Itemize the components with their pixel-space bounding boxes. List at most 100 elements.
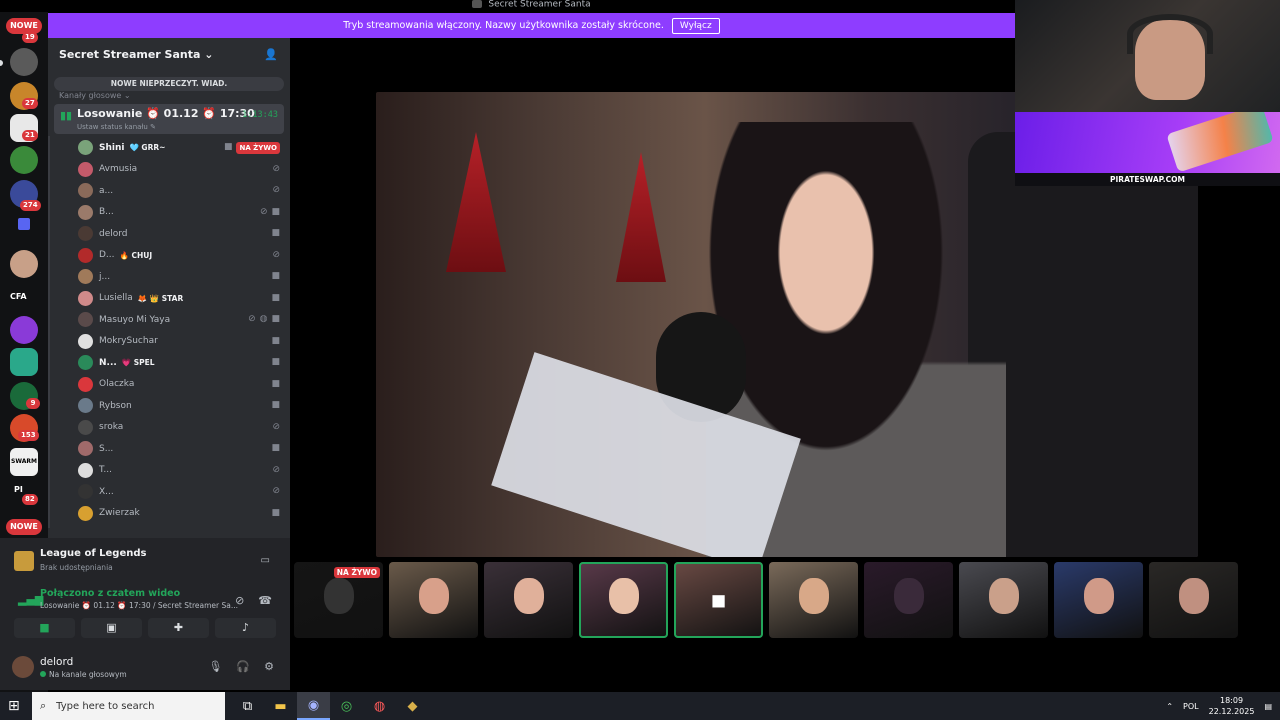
thumbnail-participant-9[interactable] (1054, 562, 1143, 638)
screen-share-button[interactable]: ▣ (81, 618, 142, 638)
headphones-icon[interactable]: 🎧 (236, 660, 250, 673)
thumbnail-participant-8[interactable] (959, 562, 1048, 638)
voice-member[interactable]: N... 💗 SPEL ■ (72, 352, 284, 374)
voice-member[interactable]: Masuyo Mi Yaya ⊘ ◍ ■ (72, 309, 284, 331)
voice-member[interactable]: S... ■ (72, 438, 284, 460)
avatar[interactable] (78, 355, 93, 371)
participant-face (1083, 578, 1114, 615)
server-label-pi[interactable]: PI (14, 485, 23, 494)
taskbar-search[interactable]: ⌕ Type here to search (32, 692, 225, 720)
set-channel-status[interactable]: Ustaw status kanału ✎ (77, 123, 156, 131)
thumbnail-participant-2[interactable] (389, 562, 478, 638)
voice-member[interactable]: Rybson ■ (72, 395, 284, 417)
voice-member[interactable]: X... ⊘ (72, 481, 284, 503)
task-view-icon[interactable]: ⧉ (231, 692, 264, 720)
thumbnail-participant-7[interactable] (864, 562, 953, 638)
voice-member[interactable]: Shini 🩵 GRR~ ■ NA ŻYWO (72, 137, 284, 159)
server-icon-swarm[interactable]: SWARM (10, 448, 38, 476)
chrome-icon[interactable]: ◎ (330, 692, 363, 720)
voice-member[interactable]: Olaczka ■ (72, 374, 284, 396)
microphone-icon[interactable]: 🎙 (208, 660, 222, 673)
server-icon[interactable] (10, 146, 38, 174)
add-member-icon[interactable]: 👤 (264, 48, 278, 61)
soundboard-button[interactable]: ♪ (215, 618, 276, 638)
voice-member[interactable]: Lusiella 🦊 👑 STAR ■ (72, 288, 284, 310)
avatar[interactable] (78, 462, 93, 478)
folder-icon[interactable] (18, 218, 30, 230)
rtc-title[interactable]: Połączono z czatem wideo (40, 588, 180, 599)
thumbnail-participant-4[interactable] (579, 562, 668, 638)
voice-member[interactable]: j... ■ (72, 266, 284, 288)
voice-member[interactable]: Avmusia ⊘ (72, 159, 284, 181)
voice-category-label[interactable]: Kanały głosowe ⌄ (59, 91, 131, 100)
windows-start-icon[interactable]: ⊞ (8, 698, 20, 714)
server-header[interactable]: Secret Streamer Santa ⌄ 👤 (48, 38, 290, 70)
notifications-icon[interactable]: ▤ (1264, 702, 1272, 711)
file-explorer-icon[interactable]: ▬ (264, 692, 297, 720)
activity-row[interactable]: League of Legends Brak udostępniania ▭ (14, 546, 276, 576)
call-actions: ■ ▣ ✚ ♪ (14, 618, 276, 638)
server-icon[interactable] (10, 48, 38, 76)
avatar[interactable] (78, 484, 93, 500)
language-indicator[interactable]: POL (1183, 702, 1199, 711)
disable-streamer-mode-button[interactable]: Wyłącz (671, 17, 720, 34)
obs-icon[interactable]: ◍ (363, 692, 396, 720)
server-icon[interactable] (10, 316, 38, 344)
avatar[interactable] (78, 204, 93, 220)
avatar[interactable] (78, 140, 93, 156)
voice-member[interactable]: delord ■ (72, 223, 284, 245)
participant-face (323, 578, 354, 615)
avatar[interactable] (78, 161, 93, 177)
avatar[interactable] (78, 226, 93, 242)
voice-member[interactable]: Zwierzak ■ (72, 503, 284, 525)
voice-channel-losowanie[interactable]: ▮▮ Losowanie ⏰ 01.12 ⏰ 17:30 1:13:43 Ust… (54, 104, 284, 134)
channel-sidebar: Secret Streamer Santa ⌄ 👤 NOWE NIEPRZECZ… (48, 38, 290, 538)
user-name[interactable]: delord (40, 656, 73, 668)
avatar[interactable] (78, 247, 93, 263)
headset-shape (1127, 14, 1213, 54)
thumbnail-participant-6[interactable] (769, 562, 858, 638)
participant-face (798, 578, 829, 615)
new-badge-bottom[interactable]: NOWE (6, 519, 42, 535)
avatar[interactable] (78, 419, 93, 435)
league-client-icon[interactable]: ◆ (396, 692, 429, 720)
share-screen-icon[interactable]: ▭ (261, 555, 270, 566)
voice-member[interactable]: T... ⊘ (72, 460, 284, 482)
thumbnail-live-stream[interactable]: NA ŻYWO (294, 562, 383, 638)
rtc-subtitle[interactable]: Losowanie ⏰ 01.12 ⏰ 17:30 / Secret Strea… (40, 601, 238, 610)
voice-member[interactable]: MokrySuchar ■ (72, 331, 284, 353)
chevron-up-icon[interactable]: ⌃ (1166, 702, 1173, 711)
mute-icon: ⊘ (272, 464, 280, 475)
member-name: Olaczka (99, 379, 135, 390)
server-icon[interactable] (10, 348, 38, 376)
avatar[interactable] (78, 376, 93, 392)
avatar[interactable] (78, 505, 93, 521)
voice-member[interactable]: B... ⊘ ■ (72, 202, 284, 224)
camera-button[interactable]: ■ (14, 618, 75, 638)
mute-icon: ⊘ (272, 249, 280, 260)
thumbnail-participant-10[interactable] (1149, 562, 1238, 638)
activities-button[interactable]: ✚ (148, 618, 209, 638)
disconnect-icon[interactable]: ☎ (258, 594, 272, 607)
gear-icon[interactable]: ⚙ (264, 660, 274, 673)
voice-member[interactable]: a... ⊘ (72, 180, 284, 202)
avatar[interactable] (78, 269, 93, 285)
avatar[interactable] (78, 333, 93, 349)
avatar[interactable] (12, 656, 34, 678)
avatar[interactable] (78, 441, 93, 457)
thumbnail-participant-3[interactable] (484, 562, 573, 638)
server-icon[interactable] (10, 250, 38, 278)
voice-member[interactable]: sroka ⊘ (72, 417, 284, 439)
server-label-cfa[interactable]: CFA (10, 292, 27, 301)
discord-icon[interactable]: ◉ (297, 692, 330, 720)
clock[interactable]: 18:09 22.12.2025 (1209, 695, 1255, 717)
avatar[interactable] (78, 398, 93, 414)
thumbnail-participant-5-camera-off[interactable]: ■ (674, 562, 763, 638)
voice-member[interactable]: D... 🔥 CHUJ ⊘ (72, 245, 284, 267)
new-badge-top[interactable]: NOWE (6, 18, 42, 34)
avatar[interactable] (78, 183, 93, 199)
noise-suppression-icon[interactable]: ⊘ (235, 594, 244, 607)
avatar[interactable] (78, 312, 93, 328)
new-unread-pill[interactable]: NOWE NIEPRZECZYT. WIAD. (54, 77, 284, 91)
avatar[interactable] (78, 290, 93, 306)
